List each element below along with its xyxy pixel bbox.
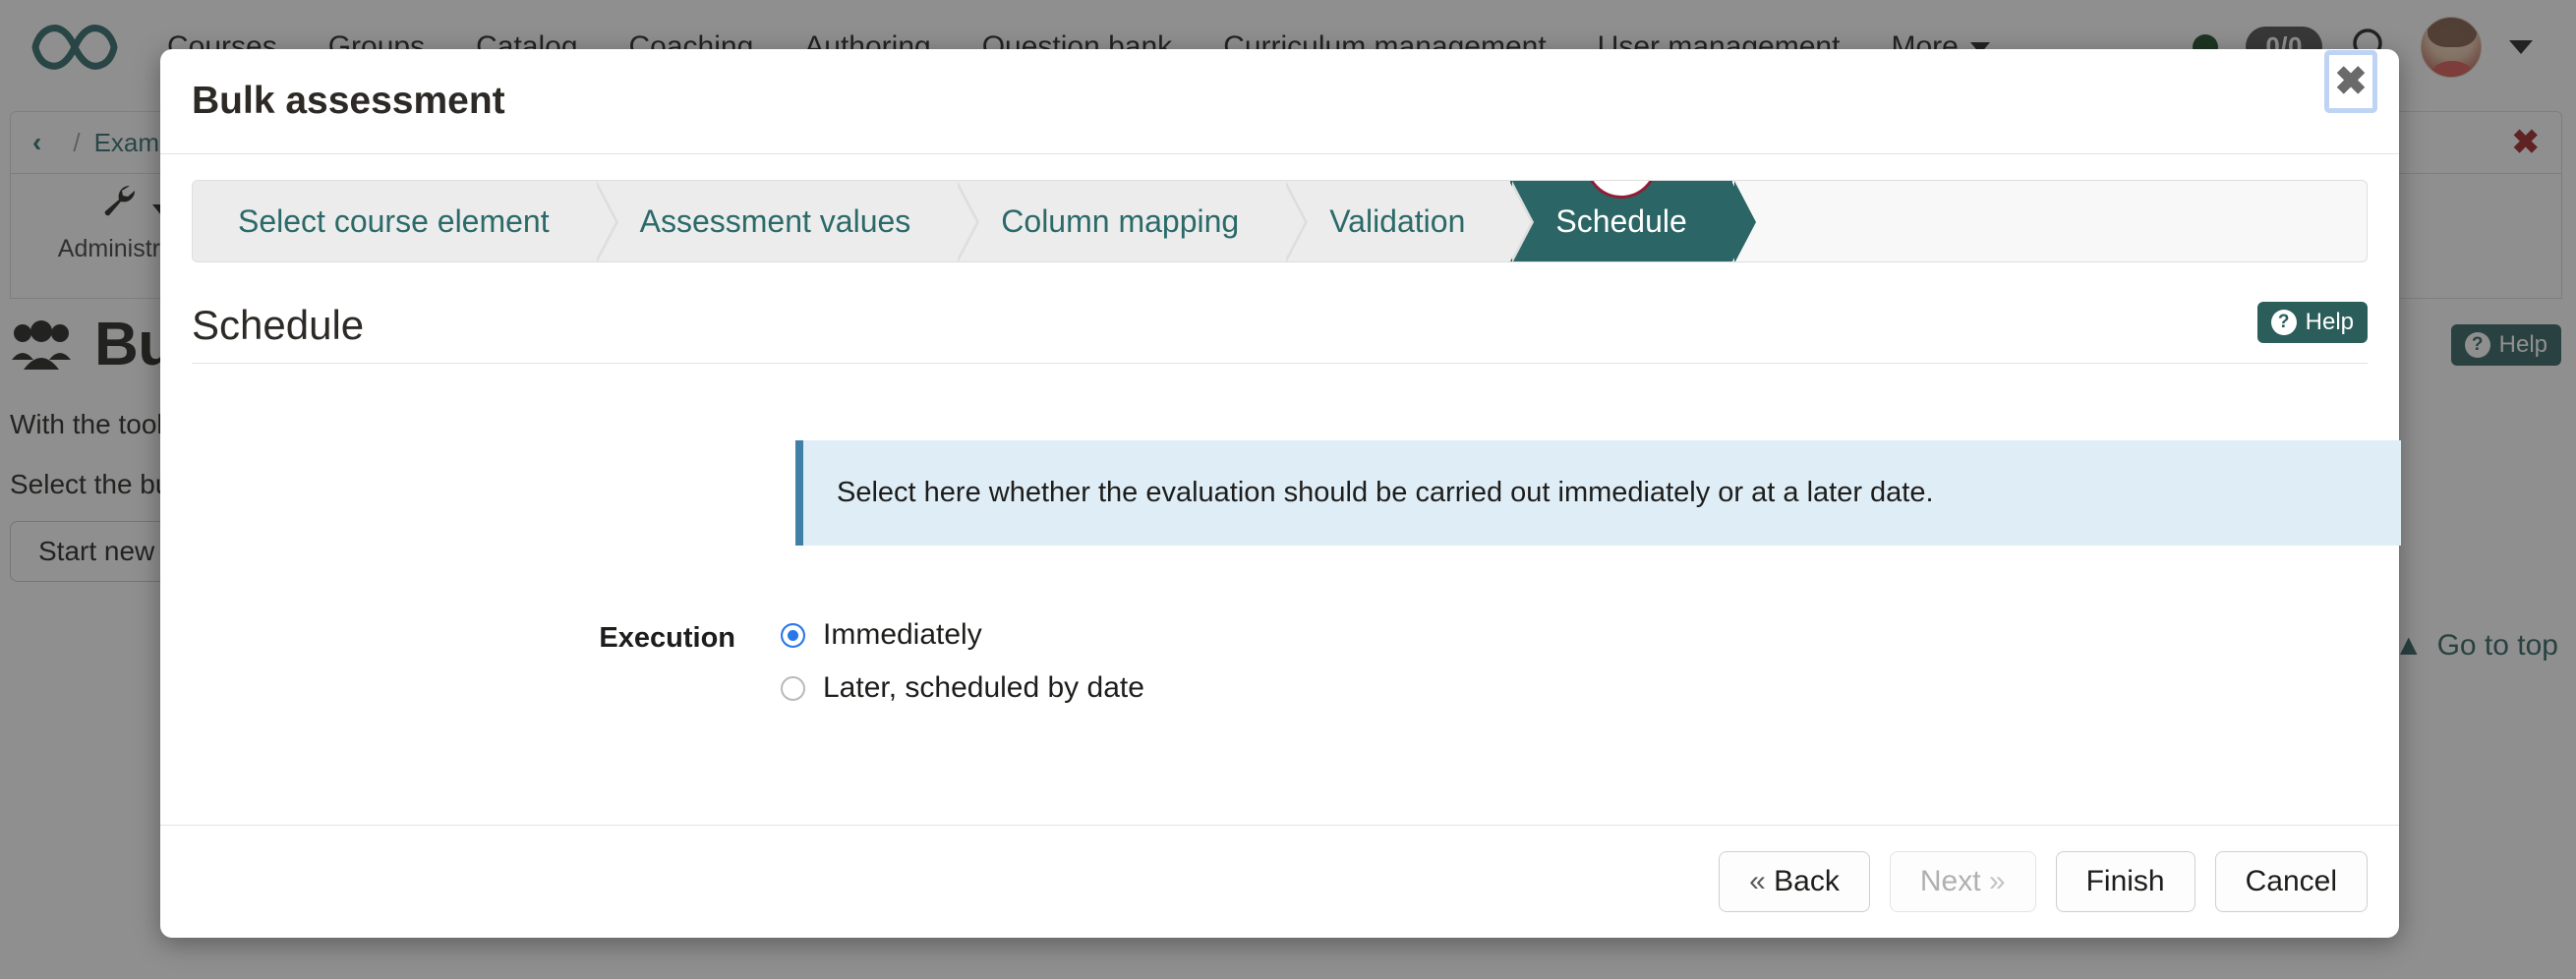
radio-label-later-scheduled: Later, scheduled by date (823, 671, 1144, 705)
wizard-step-label: Column mapping (1001, 203, 1239, 240)
next-button-label: Next (1920, 865, 1981, 897)
wizard-steps: Select course element Assessment values … (192, 180, 2368, 262)
bulk-assessment-modal: Bulk assessment ✖ Select course element … (160, 49, 2399, 938)
radio-indicator-immediately[interactable] (781, 623, 805, 648)
modal-help-label: Help (2306, 309, 2354, 336)
execution-label: Execution (192, 618, 767, 705)
back-button-label: Back (1774, 865, 1840, 897)
modal-title: Bulk assessment (192, 80, 505, 123)
wizard-step-label: Assessment values (640, 203, 911, 240)
radio-option-immediately[interactable]: Immediately (781, 618, 1144, 652)
close-icon[interactable]: ✖ (2324, 50, 2377, 113)
wizard-step-column-mapping[interactable]: Column mapping (956, 181, 1284, 261)
wizard-step-label: Schedule (1555, 203, 1686, 240)
cancel-button[interactable]: Cancel (2215, 851, 2368, 912)
double-chevron-right-icon: » (1989, 865, 2006, 897)
wizard-step-badge: 5 (1585, 180, 1658, 199)
modal-header: Bulk assessment ✖ (160, 49, 2399, 154)
finish-button[interactable]: Finish (2056, 851, 2195, 912)
section-title: Schedule (192, 302, 364, 349)
modal-footer: « Back Next » Finish Cancel (160, 825, 2399, 938)
execution-form-row: Execution Immediately Later, scheduled b… (192, 618, 2368, 705)
info-panel: Select here whether the evaluation shoul… (795, 440, 2401, 546)
section-header: Schedule ? Help (192, 302, 2368, 364)
modal-help-badge[interactable]: ? Help (2257, 302, 2368, 343)
wizard-step-label: Validation (1329, 203, 1465, 240)
double-chevron-left-icon: « (1749, 865, 1766, 897)
wizard-step-validation[interactable]: Validation (1284, 181, 1510, 261)
back-button[interactable]: « Back (1719, 851, 1870, 912)
wizard-step-assessment-values[interactable]: Assessment values (595, 181, 957, 261)
radio-label-immediately: Immediately (823, 618, 982, 652)
modal-body: Select course element Assessment values … (160, 154, 2399, 705)
wizard-step-schedule[interactable]: 5 Schedule (1510, 181, 1731, 261)
wizard-step-select-course-element[interactable]: Select course element (193, 181, 595, 261)
wizard-steps-wrapper: Select course element Assessment values … (192, 180, 2368, 262)
radio-option-later-scheduled[interactable]: Later, scheduled by date (781, 671, 1144, 705)
radio-indicator-later-scheduled[interactable] (781, 676, 805, 701)
wizard-step-label: Select course element (238, 203, 550, 240)
execution-radio-group: Immediately Later, scheduled by date (767, 618, 1144, 705)
info-panel-text: Select here whether the evaluation shoul… (837, 477, 1934, 509)
question-circle-icon: ? (2271, 310, 2297, 335)
next-button[interactable]: Next » (1890, 851, 2036, 912)
